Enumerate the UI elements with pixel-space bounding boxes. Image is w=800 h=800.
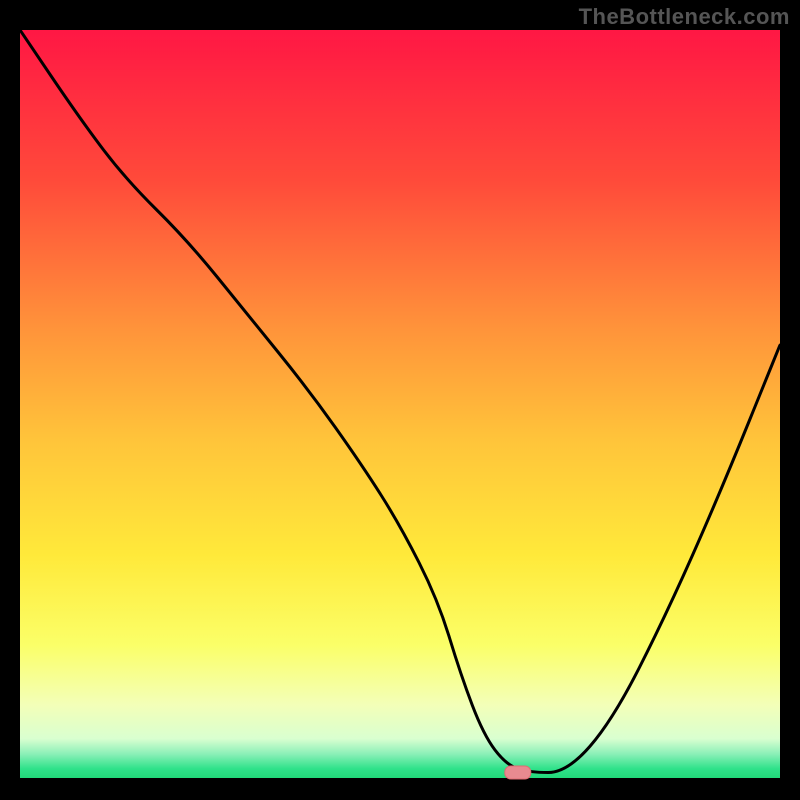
bottleneck-curve — [20, 30, 780, 773]
plot-svg — [20, 30, 780, 780]
optimal-marker — [505, 766, 531, 779]
plot-area — [20, 30, 780, 780]
chart-frame: TheBottleneck.com — [0, 0, 800, 800]
watermark-text: TheBottleneck.com — [579, 4, 790, 30]
